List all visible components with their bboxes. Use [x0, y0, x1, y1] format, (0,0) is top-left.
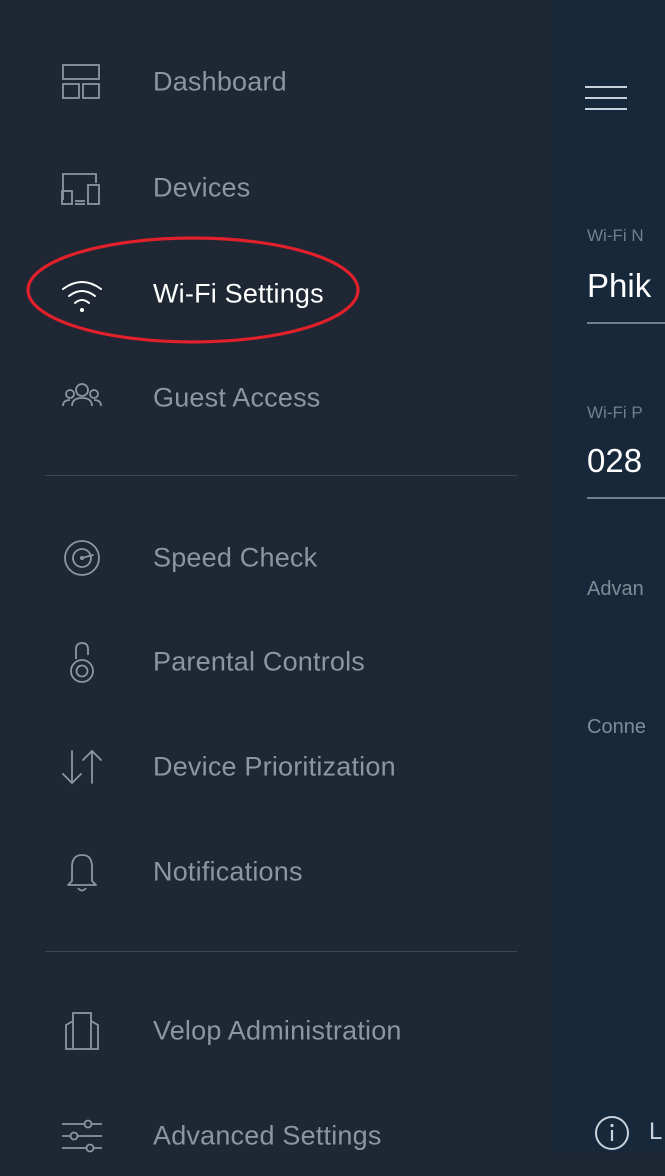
nav-item-parental-controls[interactable]: Parental Controls — [0, 622, 552, 702]
nav-label-wifi-settings: Wi-Fi Settings — [153, 278, 324, 309]
nav-item-dashboard[interactable]: Dashboard — [0, 42, 552, 122]
nav-label-dashboard: Dashboard — [153, 66, 287, 97]
connected-link[interactable]: Conne — [587, 716, 646, 739]
nav-label-speed-check: Speed Check — [153, 542, 318, 573]
nav-label-parental-controls: Parental Controls — [153, 646, 366, 677]
guest-access-icon — [60, 376, 104, 420]
wifi-password-underline — [587, 497, 665, 499]
parental-controls-icon — [60, 640, 104, 684]
nav-item-device-prioritization[interactable]: Device Prioritization — [0, 727, 552, 807]
wifi-icon — [60, 272, 104, 316]
nav-label-device-prioritization: Device Prioritization — [153, 751, 396, 782]
devices-icon — [60, 166, 104, 210]
speed-check-icon — [60, 536, 104, 580]
bell-icon — [60, 850, 104, 894]
nav-label-velop-administration: Velop Administration — [153, 1015, 402, 1046]
wifi-name-label: Wi-Fi N — [587, 226, 644, 245]
info-text: L — [649, 1118, 663, 1145]
nav-item-guest-access[interactable]: Guest Access — [0, 358, 552, 438]
wifi-password-value[interactable]: 028 — [587, 442, 642, 480]
wifi-name-underline — [587, 322, 665, 324]
hamburger-menu-icon[interactable] — [585, 86, 627, 116]
dashboard-icon — [60, 60, 104, 104]
drawer-divider — [45, 951, 517, 952]
velop-node-icon — [60, 1009, 104, 1053]
nav-item-wifi-settings[interactable]: Wi-Fi Settings — [0, 254, 552, 334]
sliders-icon — [60, 1114, 104, 1158]
info-icon[interactable] — [592, 1113, 632, 1153]
nav-label-notifications: Notifications — [153, 856, 303, 887]
nav-label-guest-access: Guest Access — [153, 382, 321, 413]
navigation-drawer: Dashboard Devices Wi-Fi Settings Guest A… — [0, 0, 552, 1153]
nav-item-speed-check[interactable]: Speed Check — [0, 518, 552, 598]
prioritization-arrows-icon — [60, 745, 104, 789]
nav-item-devices[interactable]: Devices — [0, 148, 552, 228]
nav-item-velop-administration[interactable]: Velop Administration — [0, 991, 552, 1071]
wifi-password-label: Wi-Fi P — [587, 403, 643, 422]
drawer-divider — [45, 475, 517, 476]
advanced-link[interactable]: Advan — [587, 578, 644, 601]
main-panel: Wi-Fi N Phik Wi-Fi P 028 Advan Conne L — [552, 0, 665, 1153]
nav-item-notifications[interactable]: Notifications — [0, 832, 552, 912]
nav-label-advanced-settings: Advanced Settings — [153, 1120, 382, 1151]
nav-label-devices: Devices — [153, 172, 251, 203]
wifi-name-value[interactable]: Phik — [587, 267, 651, 305]
nav-item-advanced-settings[interactable]: Advanced Settings — [0, 1096, 552, 1176]
